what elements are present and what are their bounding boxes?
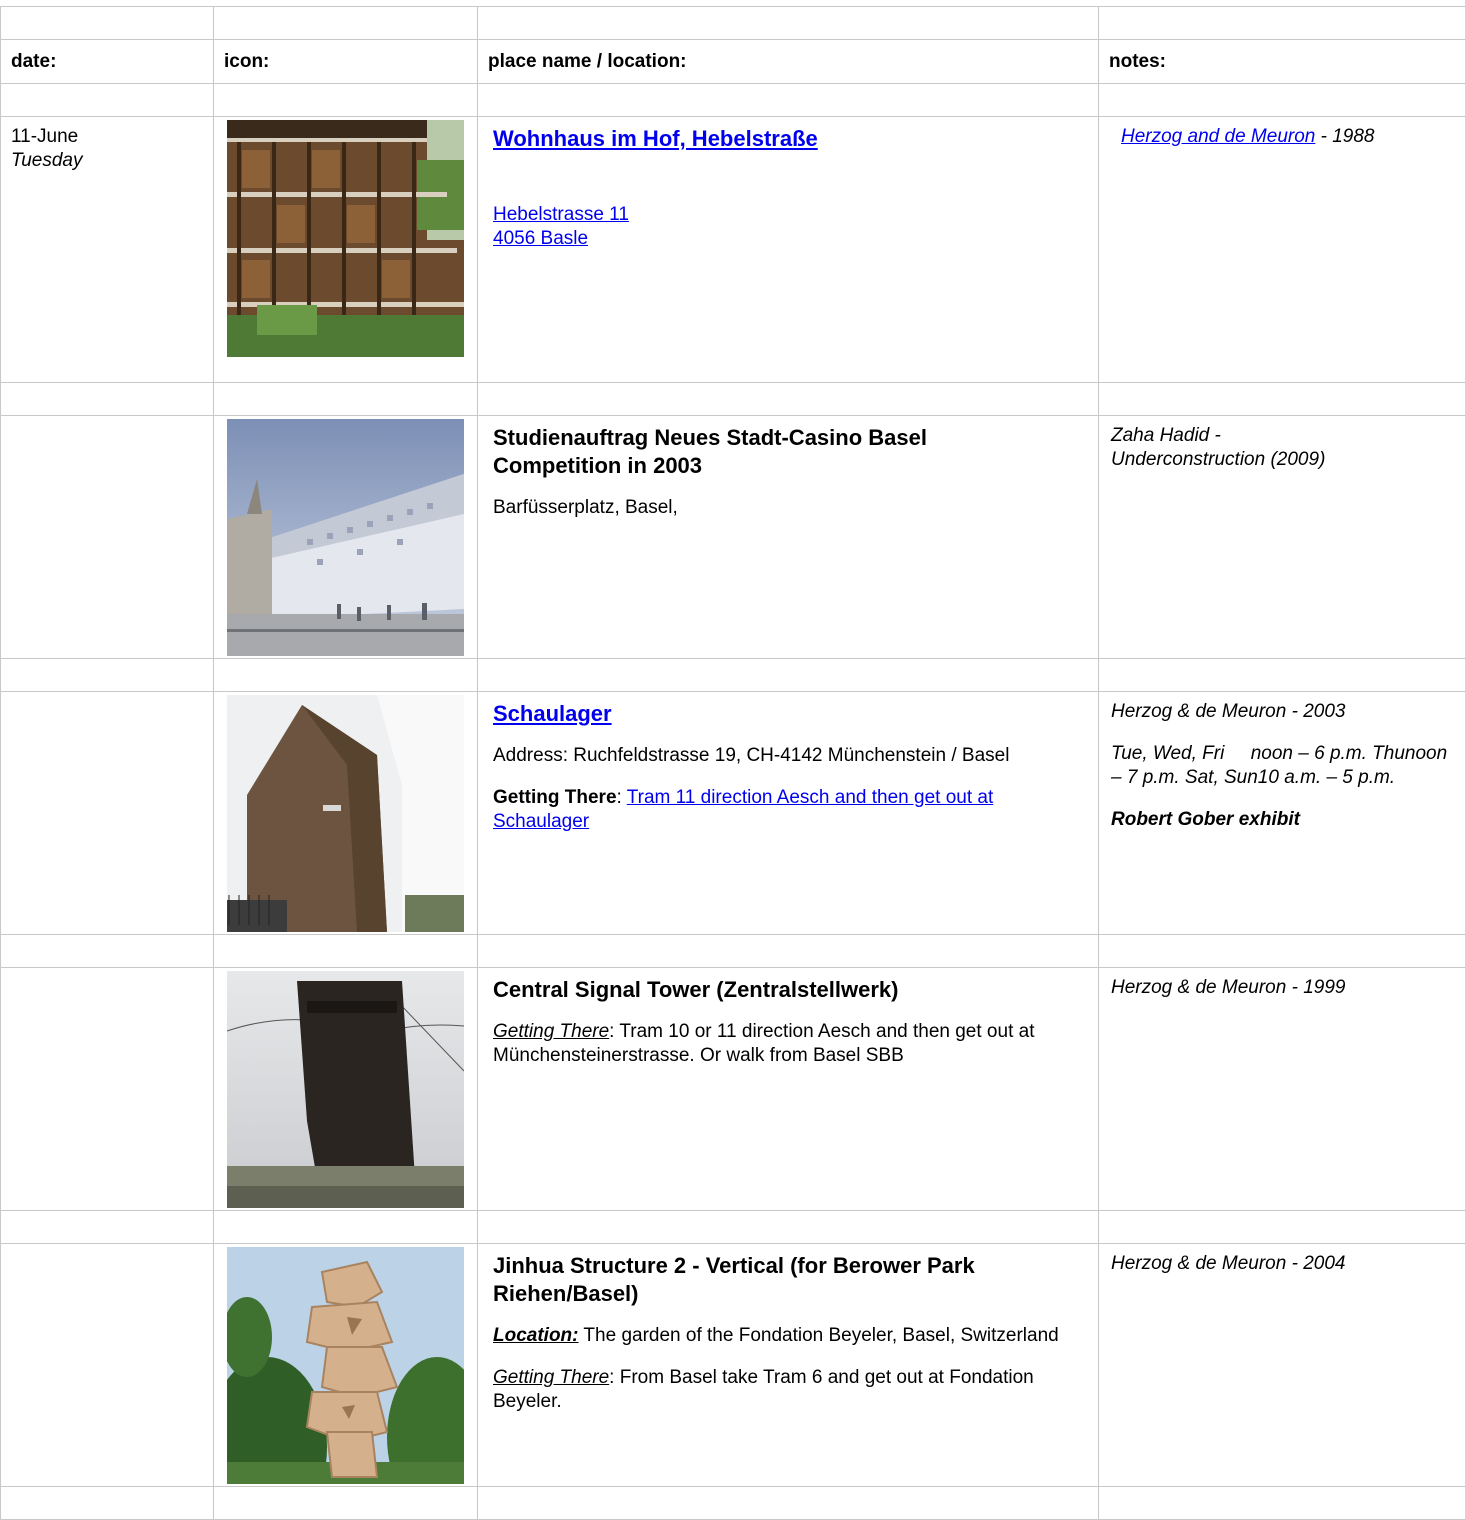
building-photo-signal-tower (227, 971, 464, 1208)
place-address: Barfüsserplatz, Basel, (493, 496, 1083, 520)
spacer-row (1, 383, 1465, 416)
place-title: Wohnhaus im Hof, Hebelstraße (493, 125, 1083, 153)
notes-cell: Herzog & de Meuron - 2003 Tue, Wed, Fri … (1099, 692, 1465, 935)
spacer-row (1, 1211, 1465, 1244)
icon-cell (214, 968, 478, 1211)
place-location: Location: The garden of the Fondation Be… (493, 1324, 1083, 1348)
notes-cell: Zaha Hadid - Underconstruction (2009) (1099, 416, 1465, 659)
note-exhibit: Robert Gober exhibit (1111, 808, 1453, 832)
place-title: Studienauftrag Neues Stadt-Casino Basel … (493, 424, 1083, 480)
note-hours: Tue, Wed, Fri noon – 6 p.m. Thunoon – 7 … (1111, 742, 1453, 790)
notes-cell: Herzog & de Meuron - 2004 (1099, 1244, 1465, 1487)
address-link-city[interactable]: 4056 Basle (493, 227, 1083, 251)
entry-row-1: 11-June Tuesday (1, 117, 1465, 383)
address-link-street[interactable]: Hebelstrasse 11 (493, 203, 1083, 227)
note-year: - 1988 (1315, 126, 1374, 147)
note-status: Underconstruction (2009) (1111, 448, 1453, 472)
note-architect: Zaha Hadid - (1111, 424, 1453, 448)
weekday-text: Tuesday (11, 149, 203, 173)
icon-cell (214, 117, 478, 383)
place-title: Schaulager (493, 700, 1083, 728)
sculpture-photo-jinhua (227, 1247, 464, 1484)
place-title-link[interactable]: Schaulager (493, 701, 612, 726)
spacer-row (1, 659, 1465, 692)
place-cell: Wohnhaus im Hof, Hebelstraße Hebelstrass… (478, 117, 1099, 383)
building-photo-schaulager (227, 695, 464, 932)
getting-there: Getting There: From Basel take Tram 6 an… (493, 1366, 1083, 1414)
note-architect: Herzog & de Meuron - 2003 (1111, 700, 1453, 724)
itinerary-table: date: icon: place name / location: notes… (0, 6, 1465, 1520)
place-title-link[interactable]: Wohnhaus im Hof, Hebelstraße (493, 126, 818, 151)
entry-row-2: Studienauftrag Neues Stadt-Casino Basel … (1, 416, 1465, 659)
getting-there: Getting There: Tram 10 or 11 direction A… (493, 1020, 1083, 1068)
building-photo-balconies (227, 120, 464, 357)
date-cell: 11-June Tuesday (1, 117, 214, 383)
note-architect: Herzog & de Meuron - 1999 (1111, 977, 1345, 998)
header-place: place name / location: (478, 40, 1099, 84)
place-cell: Jinhua Structure 2 - Vertical (for Berow… (478, 1244, 1099, 1487)
place-title: Central Signal Tower (Zentralstellwerk) (493, 976, 1083, 1004)
place-title: Jinhua Structure 2 - Vertical (for Berow… (493, 1252, 1083, 1308)
spacer-row (1, 935, 1465, 968)
place-cell: Central Signal Tower (Zentralstellwerk) … (478, 968, 1099, 1211)
header-row: date: icon: place name / location: notes… (1, 40, 1465, 84)
entry-row-3: Schaulager Address: Ruchfeldstrasse 19, … (1, 692, 1465, 935)
icon-cell (214, 1244, 478, 1487)
notes-cell: Herzog & de Meuron - 1999 (1099, 968, 1465, 1211)
architect-link[interactable]: Herzog and de Meuron (1121, 126, 1315, 147)
notes-cell: Herzog and de Meuron - 1988 (1099, 117, 1465, 383)
header-notes: notes: (1099, 40, 1465, 84)
icon-cell (214, 416, 478, 659)
building-rendering-casino (227, 419, 464, 656)
entry-row-4: Central Signal Tower (Zentralstellwerk) … (1, 968, 1465, 1211)
place-cell: Schaulager Address: Ruchfeldstrasse 19, … (478, 692, 1099, 935)
getting-there: Getting There: Tram 11 direction Aesch a… (493, 786, 1083, 834)
header-date: date: (1, 40, 214, 84)
spacer-row (1, 7, 1465, 40)
spacer-row (1, 84, 1465, 117)
icon-cell (214, 692, 478, 935)
date-text: 11-June (11, 125, 203, 149)
place-cell: Studienauftrag Neues Stadt-Casino Basel … (478, 416, 1099, 659)
note-architect: Herzog & de Meuron - 2004 (1111, 1253, 1345, 1274)
entry-row-5: Jinhua Structure 2 - Vertical (for Berow… (1, 1244, 1465, 1487)
place-address: Address: Ruchfeldstrasse 19, CH-4142 Mün… (493, 744, 1083, 768)
header-icon: icon: (214, 40, 478, 84)
spacer-row (1, 1487, 1465, 1520)
